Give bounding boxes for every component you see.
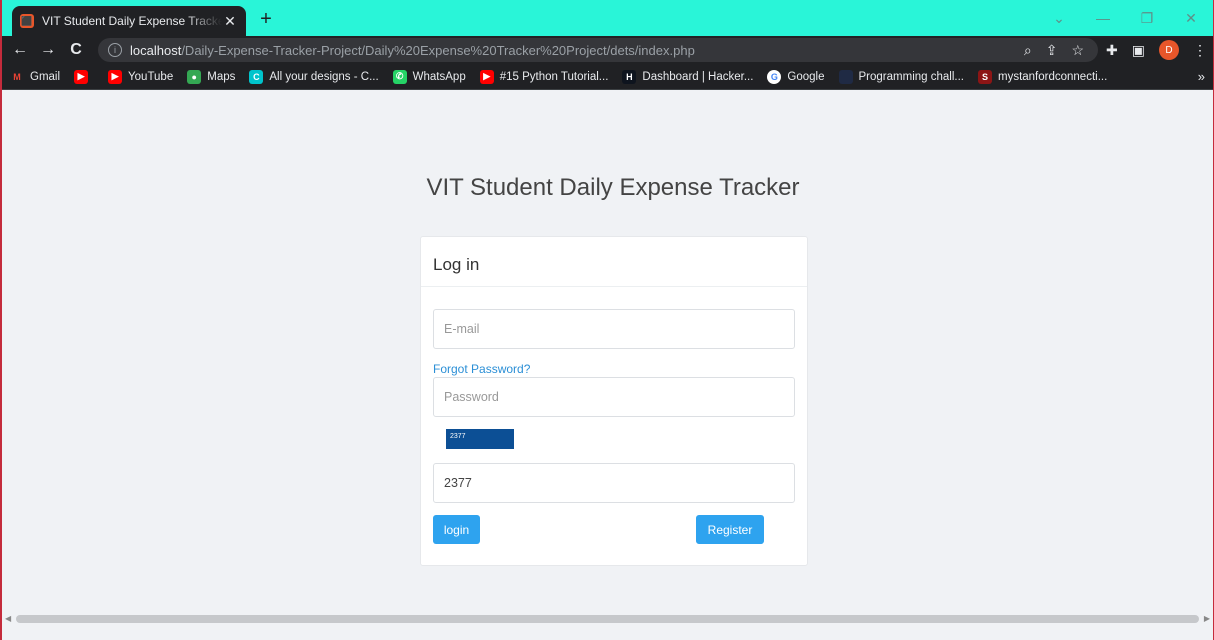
- close-window-button[interactable]: ✕: [1169, 0, 1213, 36]
- bookmark-item[interactable]: ▶ YouTube: [108, 69, 174, 84]
- hackerrank-icon: H: [622, 69, 637, 84]
- url-host: localhost: [130, 42, 182, 58]
- tab-strip: ⬛ VIT Student Daily Expense Tracker ✕ + …: [2, 0, 1213, 36]
- forgot-password-link[interactable]: Forgot Password?: [433, 362, 530, 376]
- stanford-icon: S: [977, 69, 992, 84]
- password-field[interactable]: Password: [433, 377, 795, 417]
- youtube-icon: ▶: [479, 69, 494, 84]
- bookmark-item[interactable]: ▶ #15 Python Tutorial...: [479, 69, 609, 84]
- address-bar[interactable]: i localhost /Daily-Expense-Tracker-Proje…: [98, 38, 1099, 62]
- bookmark-label: Maps: [207, 70, 236, 83]
- new-tab-button[interactable]: +: [254, 8, 278, 32]
- forward-button[interactable]: →: [36, 38, 60, 62]
- maps-icon: ●: [187, 69, 202, 84]
- minimize-button[interactable]: —: [1081, 0, 1125, 36]
- browser-menu-icon[interactable]: ⋮: [1193, 42, 1207, 59]
- captcha-image: 2377: [446, 429, 514, 449]
- bookmark-item[interactable]: ✆ WhatsApp: [392, 69, 466, 84]
- extensions-puzzle-icon[interactable]: ✚: [1106, 42, 1118, 59]
- horizontal-scrollbar[interactable]: ◀ ▶: [2, 612, 1213, 626]
- scroll-right-icon[interactable]: ▶: [1204, 614, 1210, 623]
- bookmark-item[interactable]: C All your designs - C...: [249, 69, 379, 84]
- reload-button[interactable]: C: [64, 38, 88, 62]
- tab-close-icon[interactable]: ✕: [222, 13, 238, 30]
- bookmark-item[interactable]: H Dashboard | Hacker...: [622, 69, 754, 84]
- login-card: Log in E-mail Forgot Password? Password …: [420, 236, 808, 566]
- bookmark-label: WhatsApp: [412, 70, 466, 83]
- captcha-input[interactable]: 2377: [433, 463, 795, 503]
- browser-toolbar: ← → C i localhost /Daily-Expense-Tracker…: [2, 36, 1213, 64]
- site-favicon-icon: ⬛: [20, 14, 34, 28]
- bookmark-star-icon[interactable]: ☆: [1071, 42, 1084, 59]
- bookmark-label: mystanfordconnecti...: [997, 70, 1108, 83]
- bookmark-label: Gmail: [30, 70, 61, 83]
- bookmarks-bar: M Gmail ▶ ▶ YouTube ● Maps C All your designs - …: [2, 64, 1213, 90]
- google-icon: G: [767, 69, 782, 84]
- window-controls: ⌄ — ❐ ✕: [1037, 0, 1213, 36]
- bookmarks-overflow-button[interactable]: »: [1198, 69, 1205, 84]
- url-path: /Daily-Expense-Tracker-Project/Daily%20E…: [181, 42, 695, 58]
- bookmark-item[interactable]: Smystanfordconnecti...: [977, 69, 1108, 84]
- whatsapp-icon: ✆: [392, 69, 407, 84]
- page-content: VIT Student Daily Expense Tracker Log in…: [2, 90, 1213, 626]
- scrollbar-thumb[interactable]: [16, 615, 1199, 623]
- youtube-icon: ▶: [74, 69, 89, 84]
- share-icon[interactable]: ⇪: [1046, 42, 1058, 59]
- active-tab[interactable]: ⬛ VIT Student Daily Expense Tracker ✕: [12, 6, 246, 36]
- bookmark-label: YouTube: [128, 70, 174, 83]
- bookmark-item[interactable]: ▶: [74, 69, 94, 84]
- side-panel-icon[interactable]: ▣: [1132, 42, 1145, 59]
- bookmark-label: Google: [787, 70, 825, 83]
- email-field[interactable]: E-mail: [433, 309, 795, 349]
- page-title: VIT Student Daily Expense Tracker: [426, 174, 800, 201]
- zoom-icon[interactable]: ⌕: [1024, 42, 1032, 59]
- bookmark-item[interactable]: G Google: [767, 69, 825, 84]
- bookmark-item[interactable]: Programming chall...: [838, 69, 964, 84]
- bookmark-item[interactable]: ● Maps: [187, 69, 236, 84]
- browser-window: ⬛ VIT Student Daily Expense Tracker ✕ + …: [0, 0, 1214, 640]
- profile-avatar[interactable]: D: [1159, 40, 1179, 60]
- bookmark-label: #15 Python Tutorial...: [499, 70, 609, 83]
- login-card-header: Log in: [421, 237, 807, 287]
- bookmark-label: Dashboard | Hacker...: [642, 70, 754, 83]
- bookmark-item[interactable]: M Gmail: [10, 70, 60, 84]
- restore-button[interactable]: ❐: [1125, 0, 1169, 36]
- site-icon: [838, 69, 853, 84]
- gmail-icon: M: [13, 71, 21, 82]
- tab-title: VIT Student Daily Expense Tracker: [42, 14, 222, 28]
- youtube-icon: ▶: [108, 69, 123, 84]
- bookmark-label: Programming chall...: [858, 70, 964, 83]
- bookmark-label: All your designs - C...: [269, 70, 379, 83]
- canva-icon: C: [249, 69, 264, 84]
- login-button[interactable]: login: [433, 515, 480, 544]
- tab-search-chevron-icon[interactable]: ⌄: [1037, 0, 1081, 36]
- site-info-icon[interactable]: i: [108, 43, 122, 57]
- scroll-left-icon[interactable]: ◀: [5, 614, 11, 623]
- register-button[interactable]: Register: [696, 515, 764, 544]
- back-button[interactable]: ←: [8, 38, 32, 62]
